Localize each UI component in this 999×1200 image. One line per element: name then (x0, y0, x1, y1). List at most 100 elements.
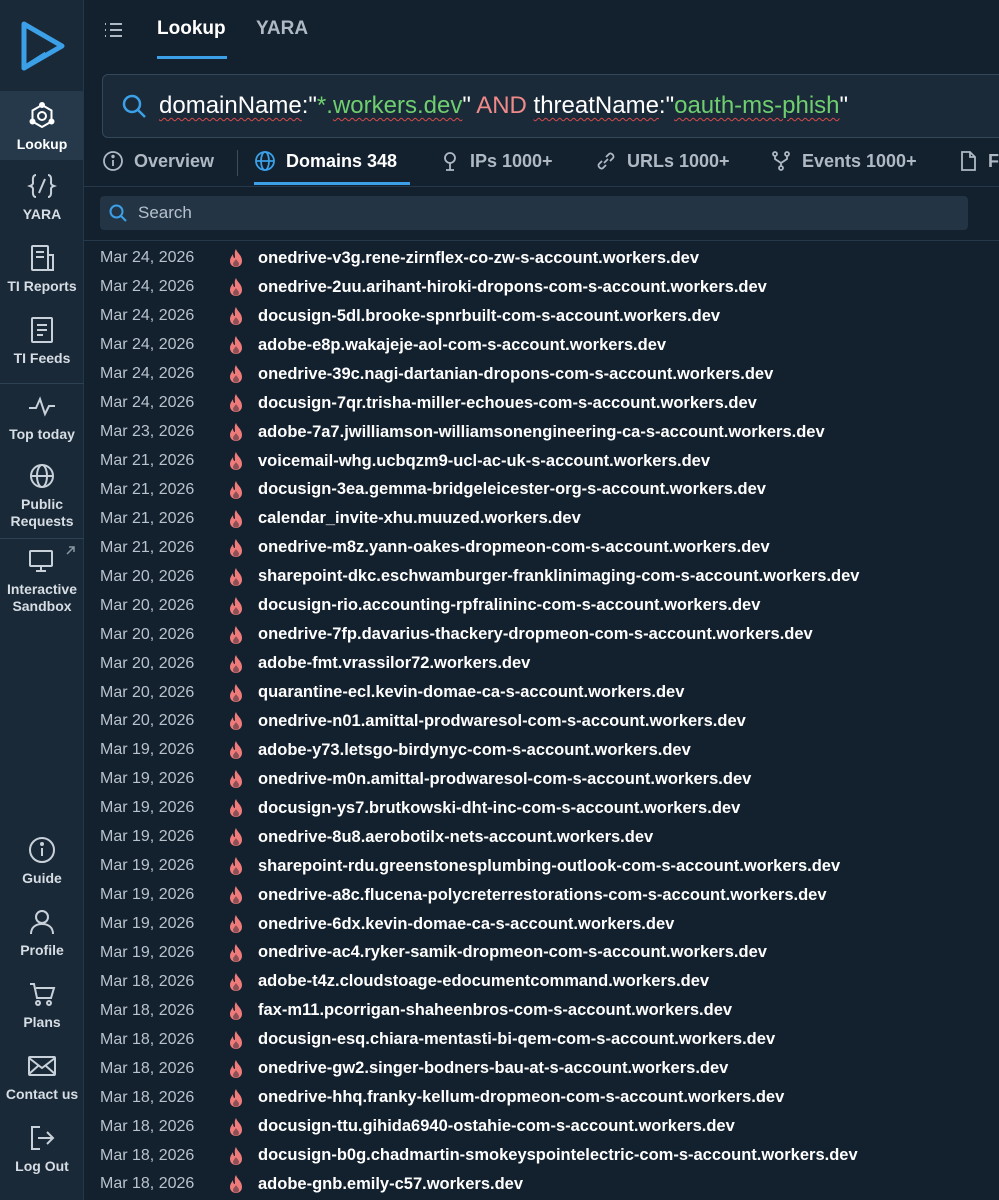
list-item[interactable]: Mar 24, 2026 adobe-e8p.wakajeje-aol-com-s… (100, 331, 999, 360)
tab-urls[interactable]: URLs 1000+ (595, 150, 730, 172)
list-item[interactable]: Mar 24, 2026 docusign-7qr.trisha-miller-e… (100, 389, 999, 418)
list-item[interactable]: Mar 19, 2026 adobe-y73.letsgo-birdynyc-co… (100, 736, 999, 765)
row-date: Mar 23, 2026 (100, 423, 195, 441)
row-domain[interactable]: docusign-5dl.brooke-spnrbuilt-com-s-acco… (258, 307, 720, 326)
list-item[interactable]: Mar 24, 2026 onedrive-2uu.arihant-hiroki-… (100, 273, 999, 302)
list-item[interactable]: Mar 23, 2026 adobe-7a7.jwilliamson-willia… (100, 418, 999, 447)
logout-icon (26, 1122, 58, 1154)
tab-yara[interactable]: YARA (256, 18, 308, 40)
row-domain[interactable]: onedrive-a8c.flucena-polycreterrestorati… (258, 886, 827, 905)
row-domain[interactable]: onedrive-2uu.arihant-hiroki-dropons-com-… (258, 278, 767, 297)
flame-icon (228, 1088, 258, 1108)
list-item[interactable]: Mar 21, 2026 calendar_invite-xhu.muuzed.w… (100, 504, 999, 533)
row-domain[interactable]: docusign-esq.chiara-mentasti-bi-qem-com-… (258, 1030, 775, 1049)
row-domain[interactable]: adobe-7a7.jwilliamson-williamsonengineer… (258, 423, 825, 442)
query-token: :" (658, 92, 675, 119)
row-domain[interactable]: onedrive-m0n.amittal-prodwaresol-com-s-a… (258, 770, 751, 789)
row-date: Mar 18, 2026 (100, 972, 195, 990)
row-domain[interactable]: voicemail-whg.ucbqzm9-ucl-ac-uk-s-accoun… (258, 452, 710, 471)
list-item[interactable]: Mar 19, 2026 onedrive-m0n.amittal-prodwar… (100, 765, 999, 794)
list-menu-icon[interactable] (102, 20, 124, 45)
sidebar-item-profile[interactable]: Profile (0, 906, 84, 959)
row-domain[interactable]: adobe-fmt.vrassilor72.workers.dev (258, 654, 530, 673)
row-domain[interactable]: onedrive-gw2.singer-bodners-bau-at-s-acc… (258, 1059, 728, 1078)
list-item[interactable]: Mar 20, 2026 onedrive-n01.amittal-prodwar… (100, 707, 999, 736)
monitor-icon (26, 545, 58, 577)
list-item[interactable]: Mar 19, 2026 sharepoint-rdu.greenstonespl… (100, 852, 999, 881)
feed-icon (26, 314, 58, 346)
row-domain[interactable]: docusign-7qr.trisha-miller-echoues-com-s… (258, 394, 757, 413)
row-domain[interactable]: docusign-rio.accounting-rpfralininc-com-… (258, 596, 760, 615)
tab-ips[interactable]: IPs 1000+ (440, 150, 553, 172)
list-item[interactable]: Mar 20, 2026 adobe-fmt.vrassilor72.worker… (100, 649, 999, 678)
row-domain[interactable]: sharepoint-rdu.greenstonesplumbing-outlo… (258, 857, 840, 876)
row-domain[interactable]: onedrive-7fp.davarius-thackery-dropmeon-… (258, 625, 813, 644)
list-item[interactable]: Mar 20, 2026 onedrive-7fp.davarius-thacke… (100, 620, 999, 649)
list-item[interactable]: Mar 24, 2026 onedrive-v3g.rene-zirnflex-c… (100, 244, 999, 273)
list-item[interactable]: Mar 21, 2026 docusign-3ea.gemma-bridgelei… (100, 476, 999, 505)
search-input[interactable] (138, 203, 938, 223)
list-item[interactable]: Mar 18, 2026 docusign-ttu.gihida6940-osta… (100, 1112, 999, 1141)
list-item[interactable]: Mar 18, 2026 adobe-gnb.emily-c57.workers.… (100, 1170, 999, 1199)
row-domain[interactable]: adobe-y73.letsgo-birdynyc-com-s-account.… (258, 741, 691, 760)
row-domain[interactable]: docusign-3ea.gemma-bridgeleicester-org-s… (258, 480, 766, 499)
domain-search[interactable] (100, 196, 968, 230)
list-item[interactable]: Mar 21, 2026 voicemail-whg.ucbqzm9-ucl-ac… (100, 447, 999, 476)
tab-events[interactable]: Events 1000+ (770, 150, 917, 172)
sidebar-item-interactive-sandbox[interactable]: Interactive Sandbox (0, 545, 84, 615)
row-domain[interactable]: docusign-ttu.gihida6940-ostahie-com-s-ac… (258, 1117, 735, 1136)
sidebar-item-contact-us[interactable]: Contact us (0, 1050, 84, 1103)
sidebar-item-yara[interactable]: YARA (0, 170, 84, 223)
query-input[interactable]: domainName:"*.workers.dev" AND threatNam… (102, 74, 999, 138)
list-item[interactable]: Mar 21, 2026 onedrive-m8z.yann-oakes-drop… (100, 533, 999, 562)
tab-files[interactable]: F (958, 150, 999, 172)
tab-overview[interactable]: Overview (102, 150, 214, 172)
row-domain[interactable]: docusign-ys7.brutkowski-dht-inc-com-s-ac… (258, 799, 740, 818)
row-domain[interactable]: onedrive-hhq.franky-kellum-dropmeon-com-… (258, 1088, 784, 1107)
list-item[interactable]: Mar 19, 2026 onedrive-ac4.ryker-samik-dro… (100, 939, 999, 968)
sidebar-item-guide[interactable]: Guide (0, 834, 84, 887)
sidebar-item-public-requests[interactable]: Public Requests (0, 460, 84, 530)
row-domain[interactable]: sharepoint-dkc.eschwamburger-franklinima… (258, 567, 859, 586)
row-domain[interactable]: adobe-t4z.cloudstoage-edocumentcommand.w… (258, 972, 709, 991)
app-logo[interactable] (0, 0, 84, 92)
row-date: Mar 18, 2026 (100, 1030, 195, 1048)
row-domain[interactable]: fax-m11.pcorrigan-shaheenbros-com-s-acco… (258, 1001, 732, 1020)
sidebar-item-plans[interactable]: Plans (0, 978, 84, 1031)
tab-lookup[interactable]: Lookup (157, 18, 226, 40)
list-item[interactable]: Mar 18, 2026 docusign-esq.chiara-mentasti… (100, 1025, 999, 1054)
row-domain[interactable]: onedrive-m8z.yann-oakes-dropmeon-com-s-a… (258, 538, 770, 557)
list-item[interactable]: Mar 24, 2026 onedrive-39c.nagi-dartanian-… (100, 360, 999, 389)
row-domain[interactable]: onedrive-6dx.kevin-domae-ca-s-account.wo… (258, 915, 674, 934)
list-item[interactable]: Mar 18, 2026 onedrive-hhq.franky-kellum-d… (100, 1083, 999, 1112)
sidebar-item-log-out[interactable]: Log Out (0, 1122, 84, 1175)
row-domain[interactable]: adobe-e8p.wakajeje-aol-com-s-account.wor… (258, 336, 666, 355)
sidebar-item-lookup[interactable]: Lookup (0, 92, 84, 160)
row-domain[interactable]: onedrive-39c.nagi-dartanian-dropons-com-… (258, 365, 773, 384)
list-item[interactable]: Mar 18, 2026 fax-m11.pcorrigan-shaheenbro… (100, 996, 999, 1025)
list-item[interactable]: Mar 18, 2026 onedrive-gw2.singer-bodners-… (100, 1054, 999, 1083)
row-domain[interactable]: docusign-b0g.chadmartin-smokeyspointelec… (258, 1146, 858, 1165)
list-item[interactable]: Mar 18, 2026 docusign-b0g.chadmartin-smok… (100, 1141, 999, 1170)
sidebar-item-ti-reports[interactable]: TI Reports (0, 242, 84, 295)
row-domain[interactable]: onedrive-8u8.aerobotilx-nets-account.wor… (258, 828, 653, 847)
sidebar-item-ti-feeds[interactable]: TI Feeds (0, 314, 84, 367)
list-item[interactable]: Mar 19, 2026 onedrive-6dx.kevin-domae-ca-… (100, 910, 999, 939)
list-item[interactable]: Mar 20, 2026 docusign-rio.accounting-rpfr… (100, 591, 999, 620)
row-domain[interactable]: calendar_invite-xhu.muuzed.workers.dev (258, 509, 581, 528)
row-domain[interactable]: onedrive-ac4.ryker-samik-dropmeon-com-s-… (258, 943, 767, 962)
list-item[interactable]: Mar 19, 2026 onedrive-8u8.aerobotilx-nets… (100, 823, 999, 852)
list-item[interactable]: Mar 20, 2026 sharepoint-dkc.eschwamburger… (100, 562, 999, 591)
sidebar-item-top-today[interactable]: Top today (0, 390, 84, 443)
row-domain[interactable]: onedrive-v3g.rene-zirnflex-co-zw-s-accou… (258, 249, 699, 268)
tab-domains[interactable]: Domains 348 (254, 150, 397, 172)
list-item[interactable]: Mar 20, 2026 quarantine-ecl.kevin-domae-c… (100, 678, 999, 707)
list-item[interactable]: Mar 19, 2026 docusign-ys7.brutkowski-dht-… (100, 794, 999, 823)
row-domain[interactable]: onedrive-n01.amittal-prodwaresol-com-s-a… (258, 712, 746, 731)
row-domain[interactable]: quarantine-ecl.kevin-domae-ca-s-account.… (258, 683, 684, 702)
row-domain[interactable]: adobe-gnb.emily-c57.workers.dev (258, 1175, 523, 1194)
query-token: :" (301, 92, 317, 119)
list-item[interactable]: Mar 19, 2026 onedrive-a8c.flucena-polycre… (100, 881, 999, 910)
list-item[interactable]: Mar 18, 2026 adobe-t4z.cloudstoage-edocum… (100, 967, 999, 996)
list-item[interactable]: Mar 24, 2026 docusign-5dl.brooke-spnrbuil… (100, 302, 999, 331)
